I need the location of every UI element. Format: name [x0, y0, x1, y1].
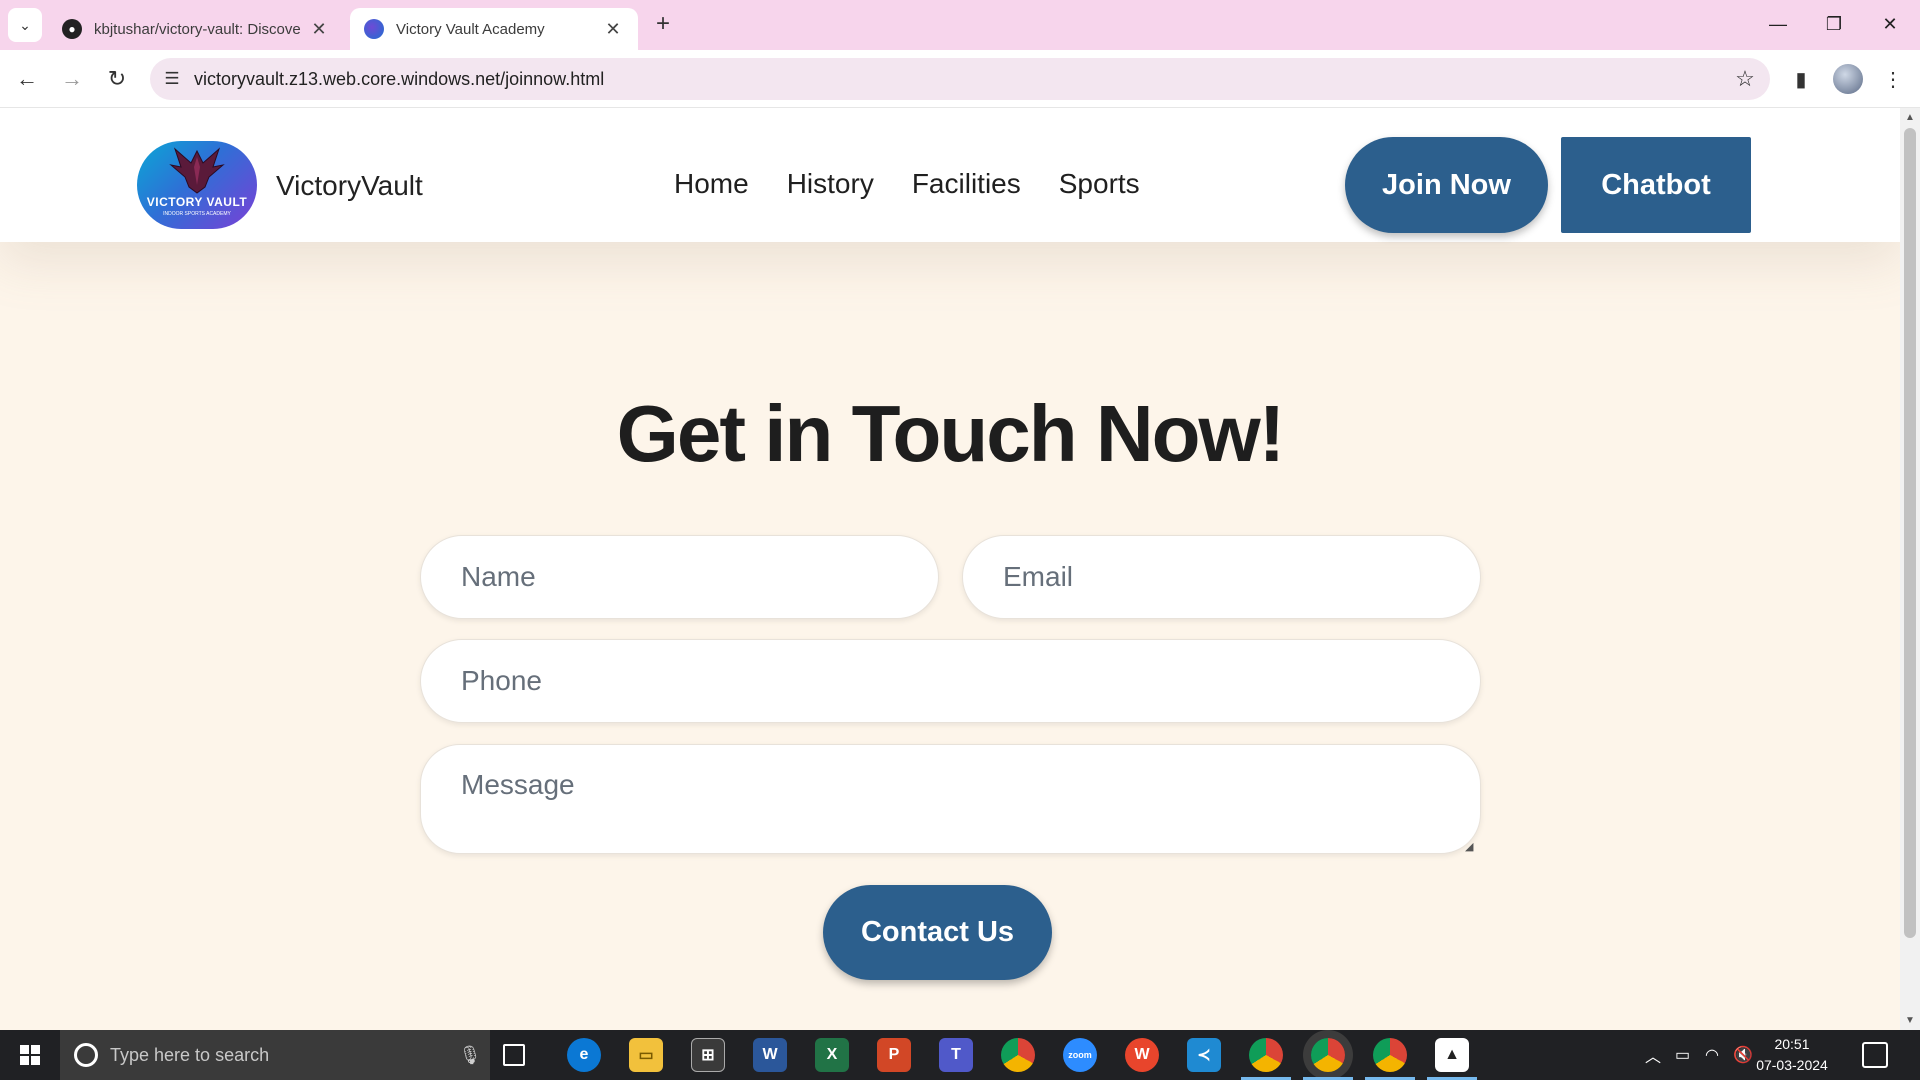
start-button[interactable] [0, 1030, 60, 1080]
logo-title: VICTORY VAULT [146, 195, 248, 209]
restore-button[interactable]: ❐ [1806, 0, 1862, 48]
forward-arrow-icon[interactable]: → [55, 62, 89, 96]
windows-logo-icon [20, 1045, 40, 1065]
tab-github[interactable]: ● kbjtushar/victory-vault: Discove ✕ [48, 8, 344, 50]
teams-icon[interactable]: T [939, 1038, 973, 1072]
tab-title: Victory Vault Academy [396, 20, 545, 38]
site-info-icon[interactable]: ☰ [150, 69, 194, 89]
wifi-icon[interactable]: ◠ [1705, 1030, 1719, 1080]
volume-muted-icon[interactable]: 🔇 [1733, 1030, 1753, 1080]
wps-office-icon[interactable]: W [1125, 1038, 1159, 1072]
store-icon[interactable]: ⊞ [691, 1038, 725, 1072]
search-icon [74, 1043, 98, 1067]
name-field[interactable] [420, 535, 939, 619]
powerpoint-icon[interactable]: P [877, 1038, 911, 1072]
page-title: Get in Touch Now! [616, 389, 1286, 478]
side-panel-icon[interactable]: ▮ [1786, 64, 1816, 94]
url-text[interactable]: victoryvault.z13.web.core.windows.net/jo… [194, 69, 1720, 90]
textarea-resize-handle-icon[interactable]: ◢ [1465, 840, 1473, 853]
tab-close-icon[interactable]: ✕ [308, 19, 330, 40]
microphone-icon[interactable]: 🎙 [450, 1045, 490, 1066]
close-window-button[interactable]: ✕ [1862, 0, 1918, 48]
scrollbar-thumb[interactable] [1904, 128, 1916, 938]
page-scrollbar[interactable]: ▲ ▼ [1900, 108, 1920, 1030]
bookmark-star-icon[interactable]: ☆ [1720, 66, 1770, 92]
photos-icon[interactable]: ▲ [1427, 1038, 1477, 1080]
reload-icon[interactable]: ↻ [100, 62, 134, 96]
nav-link-facilities[interactable]: Facilities [912, 168, 1021, 200]
show-hidden-icons-chevron-icon[interactable]: ︿ [1645, 1030, 1661, 1080]
chrome-icon[interactable] [1001, 1038, 1035, 1072]
clock-date: 07-03-2024 [1756, 1057, 1828, 1073]
minimize-button[interactable]: — [1750, 0, 1806, 48]
excel-icon[interactable]: X [815, 1038, 849, 1072]
zoom-icon[interactable]: zoom [1063, 1038, 1097, 1072]
word-icon[interactable]: W [753, 1038, 787, 1072]
new-tab-button[interactable]: + [650, 12, 676, 38]
phone-field[interactable] [420, 639, 1481, 723]
nav-link-sports[interactable]: Sports [1059, 168, 1140, 200]
notification-center-icon[interactable] [1862, 1042, 1888, 1068]
nav-link-history[interactable]: History [787, 168, 874, 200]
edge-icon[interactable]: e [567, 1038, 601, 1072]
chrome-profile-icon[interactable] [1241, 1038, 1291, 1080]
tab-close-icon[interactable]: ✕ [602, 19, 624, 40]
taskbar-search-box[interactable]: Type here to search 🎙 [60, 1030, 490, 1080]
search-placeholder: Type here to search [110, 1044, 270, 1065]
tab-victory-vault[interactable]: Victory Vault Academy ✕ [350, 8, 638, 50]
phoenix-emblem-icon [169, 147, 225, 194]
browser-tab-strip: ⌄ ● kbjtushar/victory-vault: Discove ✕ V… [0, 0, 1920, 50]
back-arrow-icon[interactable]: ← [10, 62, 44, 96]
victory-vault-favicon [364, 19, 384, 39]
task-view-icon[interactable] [503, 1044, 525, 1066]
file-explorer-icon[interactable]: ▭ [629, 1038, 663, 1072]
browser-toolbar: ← → ↻ ☰ victoryvault.z13.web.core.window… [0, 50, 1920, 108]
profile-avatar[interactable] [1833, 64, 1863, 94]
chrome-active-icon[interactable] [1303, 1038, 1353, 1080]
contact-us-button[interactable]: Contact Us [823, 885, 1052, 980]
nav-link-home[interactable]: Home [674, 168, 749, 200]
system-clock[interactable]: 20:51 07-03-2024 [1752, 1034, 1832, 1076]
join-now-button[interactable]: Join Now [1345, 137, 1548, 233]
main-nav: Home History Facilities Sports [674, 168, 1140, 200]
scroll-down-arrow-icon[interactable]: ▼ [1905, 1015, 1915, 1026]
github-icon: ● [62, 19, 82, 39]
page-viewport: VICTORY VAULT INDOOR SPORTS ACADEMY Vict… [0, 108, 1900, 1030]
site-header: VICTORY VAULT INDOOR SPORTS ACADEMY Vict… [0, 108, 1900, 242]
windows-taskbar: Type here to search 🎙 e ▭ ⊞ W X P T zoom… [0, 1030, 1920, 1080]
menu-kebab-icon[interactable]: ⋮ [1878, 64, 1908, 94]
battery-icon[interactable]: ▭ [1675, 1030, 1690, 1080]
scroll-up-arrow-icon[interactable]: ▲ [1905, 112, 1915, 123]
logo-subtitle: INDOOR SPORTS ACADEMY [163, 211, 231, 217]
message-field[interactable] [420, 744, 1481, 854]
brand-name[interactable]: VictoryVault [276, 170, 423, 202]
chatbot-button[interactable]: Chatbot [1561, 137, 1751, 233]
email-field[interactable] [962, 535, 1481, 619]
tab-search-chevron-icon[interactable]: ⌄ [8, 8, 42, 42]
vscode-icon[interactable]: ≺ [1187, 1038, 1221, 1072]
clock-time: 20:51 [1774, 1036, 1810, 1052]
site-logo[interactable]: VICTORY VAULT INDOOR SPORTS ACADEMY [137, 141, 257, 229]
address-bar[interactable]: ☰ victoryvault.z13.web.core.windows.net/… [150, 58, 1770, 100]
tab-title: kbjtushar/victory-vault: Discove [94, 20, 301, 38]
chrome-profile-2-icon[interactable] [1365, 1038, 1415, 1080]
